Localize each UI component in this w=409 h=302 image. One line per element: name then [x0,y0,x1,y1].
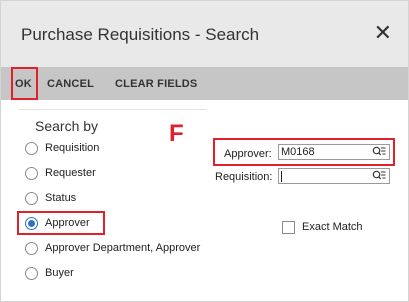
approver-field-highlight [213,138,395,166]
search-dialog: Purchase Requisitions - Search ✕ OK CANC… [0,0,409,302]
search-by-heading: Search by [35,118,99,134]
radio-circle[interactable] [25,267,38,280]
radio-label: Approver Department, Approver [45,242,201,254]
radio-label: Status [45,192,77,204]
radio-circle[interactable] [25,142,38,155]
exact-match-checkbox[interactable] [282,221,295,234]
close-icon[interactable]: ✕ [374,22,392,44]
requisition-label: Requisition: [215,171,273,183]
dialog-title: Purchase Requisitions - Search [21,25,260,44]
approver-radio-highlight [17,211,105,235]
radio-circle[interactable] [25,242,38,255]
radio-label: Requisition [45,142,100,154]
radio-circle[interactable] [25,192,38,205]
cancel-button[interactable]: CANCEL [47,78,94,90]
ok-button-highlight [11,67,38,100]
radio-circle[interactable] [25,167,38,180]
lookup-list-icon[interactable] [372,170,386,182]
text-caret [281,170,282,182]
exact-match-label: Exact Match [302,221,363,233]
clear-fields-button[interactable]: CLEAR FIELDS [115,78,197,90]
dialog-titlebar: Purchase Requisitions - Search ✕ [1,1,408,67]
dialog-toolbar: OK CANCEL CLEAR FIELDS [1,67,408,100]
requisition-field[interactable] [278,168,390,184]
radio-label: Requester [45,167,96,179]
annotation-letter: F [169,120,184,147]
search-by-divider [19,109,207,110]
radio-label: Buyer [45,267,74,279]
